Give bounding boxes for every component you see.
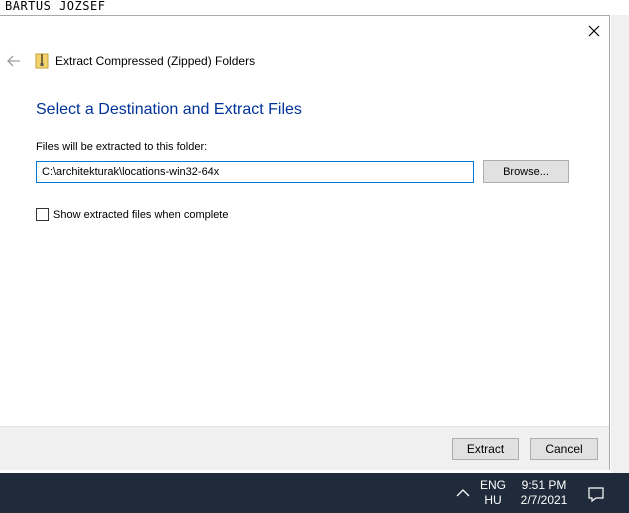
cancel-button[interactable]: Cancel <box>530 438 598 460</box>
extract-dialog: Extract Compressed (Zipped) Folders Sele… <box>0 15 610 470</box>
background-user-label: BARTUS JOZSEF <box>5 0 106 13</box>
close-button[interactable] <box>579 16 609 46</box>
browse-button[interactable]: Browse... <box>483 160 569 183</box>
language-code: ENG <box>480 478 507 492</box>
clock-time: 9:51 PM <box>521 478 567 492</box>
background-window-edge <box>611 15 629 473</box>
back-arrow-icon <box>7 55 20 67</box>
extract-button[interactable]: Extract <box>452 438 519 460</box>
dialog-heading: Select a Destination and Extract Files <box>36 101 302 118</box>
show-files-option[interactable]: Show extracted files when complete <box>36 208 228 221</box>
clock-date: 2/7/2021 <box>520 493 568 507</box>
language-indicator[interactable]: ENG HU <box>480 478 506 508</box>
show-files-checkbox[interactable] <box>36 208 49 221</box>
clock[interactable]: 9:51 PM 2/7/2021 <box>516 478 572 508</box>
dialog-footer: Extract Cancel <box>0 426 609 470</box>
back-button[interactable] <box>5 52 23 70</box>
dialog-app-title: Extract Compressed (Zipped) Folders <box>55 54 256 68</box>
destination-folder-label: Files will be extracted to this folder: <box>36 141 208 153</box>
taskbar: ENG HU 9:51 PM 2/7/2021 <box>0 473 629 513</box>
close-icon <box>588 25 600 37</box>
show-files-checkbox-label[interactable]: Show extracted files when complete <box>53 209 228 221</box>
destination-path-input[interactable]: C:\architekturak\locations-win32-64x <box>36 161 474 183</box>
keyboard-layout: HU <box>484 493 502 507</box>
chevron-up-icon[interactable] <box>455 486 471 500</box>
zip-folder-icon <box>35 53 49 69</box>
notification-icon[interactable] <box>586 484 606 504</box>
